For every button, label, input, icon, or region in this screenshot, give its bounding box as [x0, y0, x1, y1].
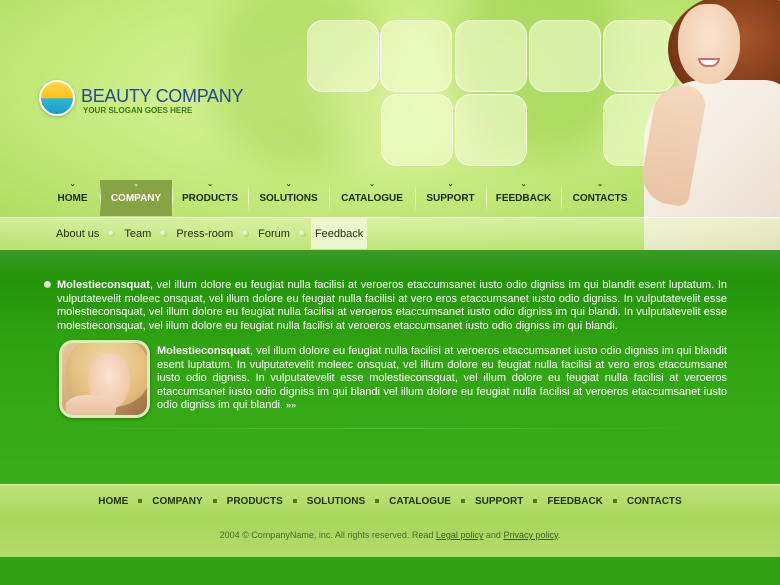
chevron-down-icon: ⌄	[69, 181, 76, 188]
subnav-team[interactable]: Team	[120, 218, 155, 249]
separator-square	[612, 499, 617, 503]
copyright-text: 2004 © CompanyName, inc. All rights rese…	[219, 530, 436, 540]
footer-navigation: HOME COMPANY PRODUCTS SOLUTIONS CATALOGU…	[0, 484, 780, 518]
nav-solutions-label: SOLUTIONS	[259, 192, 318, 204]
feature-lead: Molestieconsquat	[157, 345, 250, 357]
subnav-about-us[interactable]: About us	[52, 218, 103, 249]
copyright: 2004 © CompanyName, inc. All rights rese…	[0, 530, 780, 540]
logo[interactable]: BEAUTY COMPANY YOUR SLOGAN GOES HERE	[39, 80, 259, 120]
decorative-tile	[307, 20, 379, 92]
sub-navigation: About us Team Press-room Forum Feedback	[52, 218, 368, 249]
separator-square	[138, 499, 143, 503]
top-navigation: ⌄ HOME ⌄ COMPANY ⌄ PRODUCTS ⌄ SOLUTIONS …	[45, 180, 639, 216]
brand-slogan: YOUR SLOGAN GOES HERE	[83, 106, 193, 115]
privacy-policy-link[interactable]: Privacy policy	[503, 530, 557, 540]
intro-lead: Molestieconsquat	[57, 279, 150, 291]
nav-feedback-label: FEEDBACK	[495, 192, 552, 204]
dot-icon	[242, 230, 250, 237]
chevron-down-icon: ⌄	[597, 181, 603, 188]
feature-paragraph: Molestieconsquat, vel illum dolore eu fe…	[157, 345, 727, 413]
intro-text: , vel illum dolore eu feugiat nulla faci…	[57, 279, 727, 332]
nav-feedback[interactable]: ⌄ FEEDBACK	[486, 180, 561, 216]
separator-square	[533, 499, 538, 503]
dot-icon	[298, 230, 306, 237]
nav-solutions[interactable]: ⌄ SOLUTIONS	[248, 180, 329, 216]
chevron-down-icon: ⌄	[369, 181, 375, 188]
decorative-tile	[380, 20, 452, 92]
sun-wave-logo-icon	[39, 80, 75, 116]
subnav-forum[interactable]: Forum	[254, 218, 294, 249]
footer-nav-products[interactable]: PRODUCTS	[227, 496, 283, 507]
read-more-link[interactable]: »»	[286, 400, 296, 410]
legal-policy-link[interactable]: Legal policy	[436, 530, 484, 540]
nav-products-label: PRODUCTS	[181, 192, 239, 204]
decorative-tile	[529, 20, 601, 92]
content-shine	[0, 250, 780, 276]
woman-portrait-image	[59, 340, 150, 418]
footer-nav-contacts[interactable]: CONTACTS	[627, 496, 682, 507]
nav-catalogue-label: CATALOGUE	[341, 192, 403, 204]
footer-nav-home[interactable]: HOME	[98, 496, 128, 507]
nav-contacts-label: CONTACTS	[572, 192, 628, 204]
decorative-tile	[455, 20, 527, 92]
nav-company[interactable]: ⌄ COMPANY	[100, 180, 172, 216]
chevron-down-icon: ⌄	[447, 181, 454, 188]
chevron-down-icon: ⌄	[207, 181, 213, 188]
subnav-press-room[interactable]: Press-room	[172, 218, 237, 249]
separator-square	[292, 499, 297, 503]
chevron-down-icon: ⌄	[520, 181, 527, 188]
content-divider	[44, 428, 729, 429]
nav-products[interactable]: ⌄ PRODUCTS	[172, 180, 248, 216]
chevron-down-icon: ⌄	[285, 181, 292, 188]
footer-nav-feedback[interactable]: FEEDBACK	[547, 496, 603, 507]
dot-icon	[160, 230, 168, 237]
subnav-feedback[interactable]: Feedback	[310, 218, 368, 249]
separator-square	[460, 499, 465, 503]
brand-name: BEAUTY COMPANY	[81, 86, 244, 106]
footer-nav-catalogue[interactable]: CATALOGUE	[389, 496, 451, 507]
copyright-suffix: .	[557, 530, 561, 540]
intro-paragraph: Molestieconsquat, vel illum dolore eu fe…	[57, 279, 727, 333]
bullet-icon	[44, 281, 51, 288]
nav-home[interactable]: ⌄ HOME	[45, 180, 100, 216]
separator-square	[212, 499, 217, 503]
dot-icon	[108, 230, 116, 237]
nav-support[interactable]: ⌄ SUPPORT	[415, 180, 486, 216]
decorative-tile	[455, 94, 527, 166]
chevron-down-icon: ⌄	[133, 181, 139, 188]
separator-square	[375, 499, 380, 503]
decorative-tile	[381, 94, 453, 166]
footer-nav-support[interactable]: SUPPORT	[475, 496, 523, 507]
footer-nav-solutions[interactable]: SOLUTIONS	[307, 496, 365, 507]
nav-contacts[interactable]: ⌄ CONTACTS	[561, 180, 639, 216]
footer-nav-company[interactable]: COMPANY	[152, 496, 202, 507]
nav-company-label: COMPANY	[110, 192, 162, 204]
nav-catalogue[interactable]: ⌄ CATALOGUE	[329, 180, 415, 216]
nav-home-label: HOME	[57, 192, 88, 204]
model-photo	[637, 0, 780, 250]
bottom-band	[0, 557, 780, 585]
nav-support-label: SUPPORT	[426, 192, 475, 204]
copyright-and: and	[483, 530, 504, 540]
